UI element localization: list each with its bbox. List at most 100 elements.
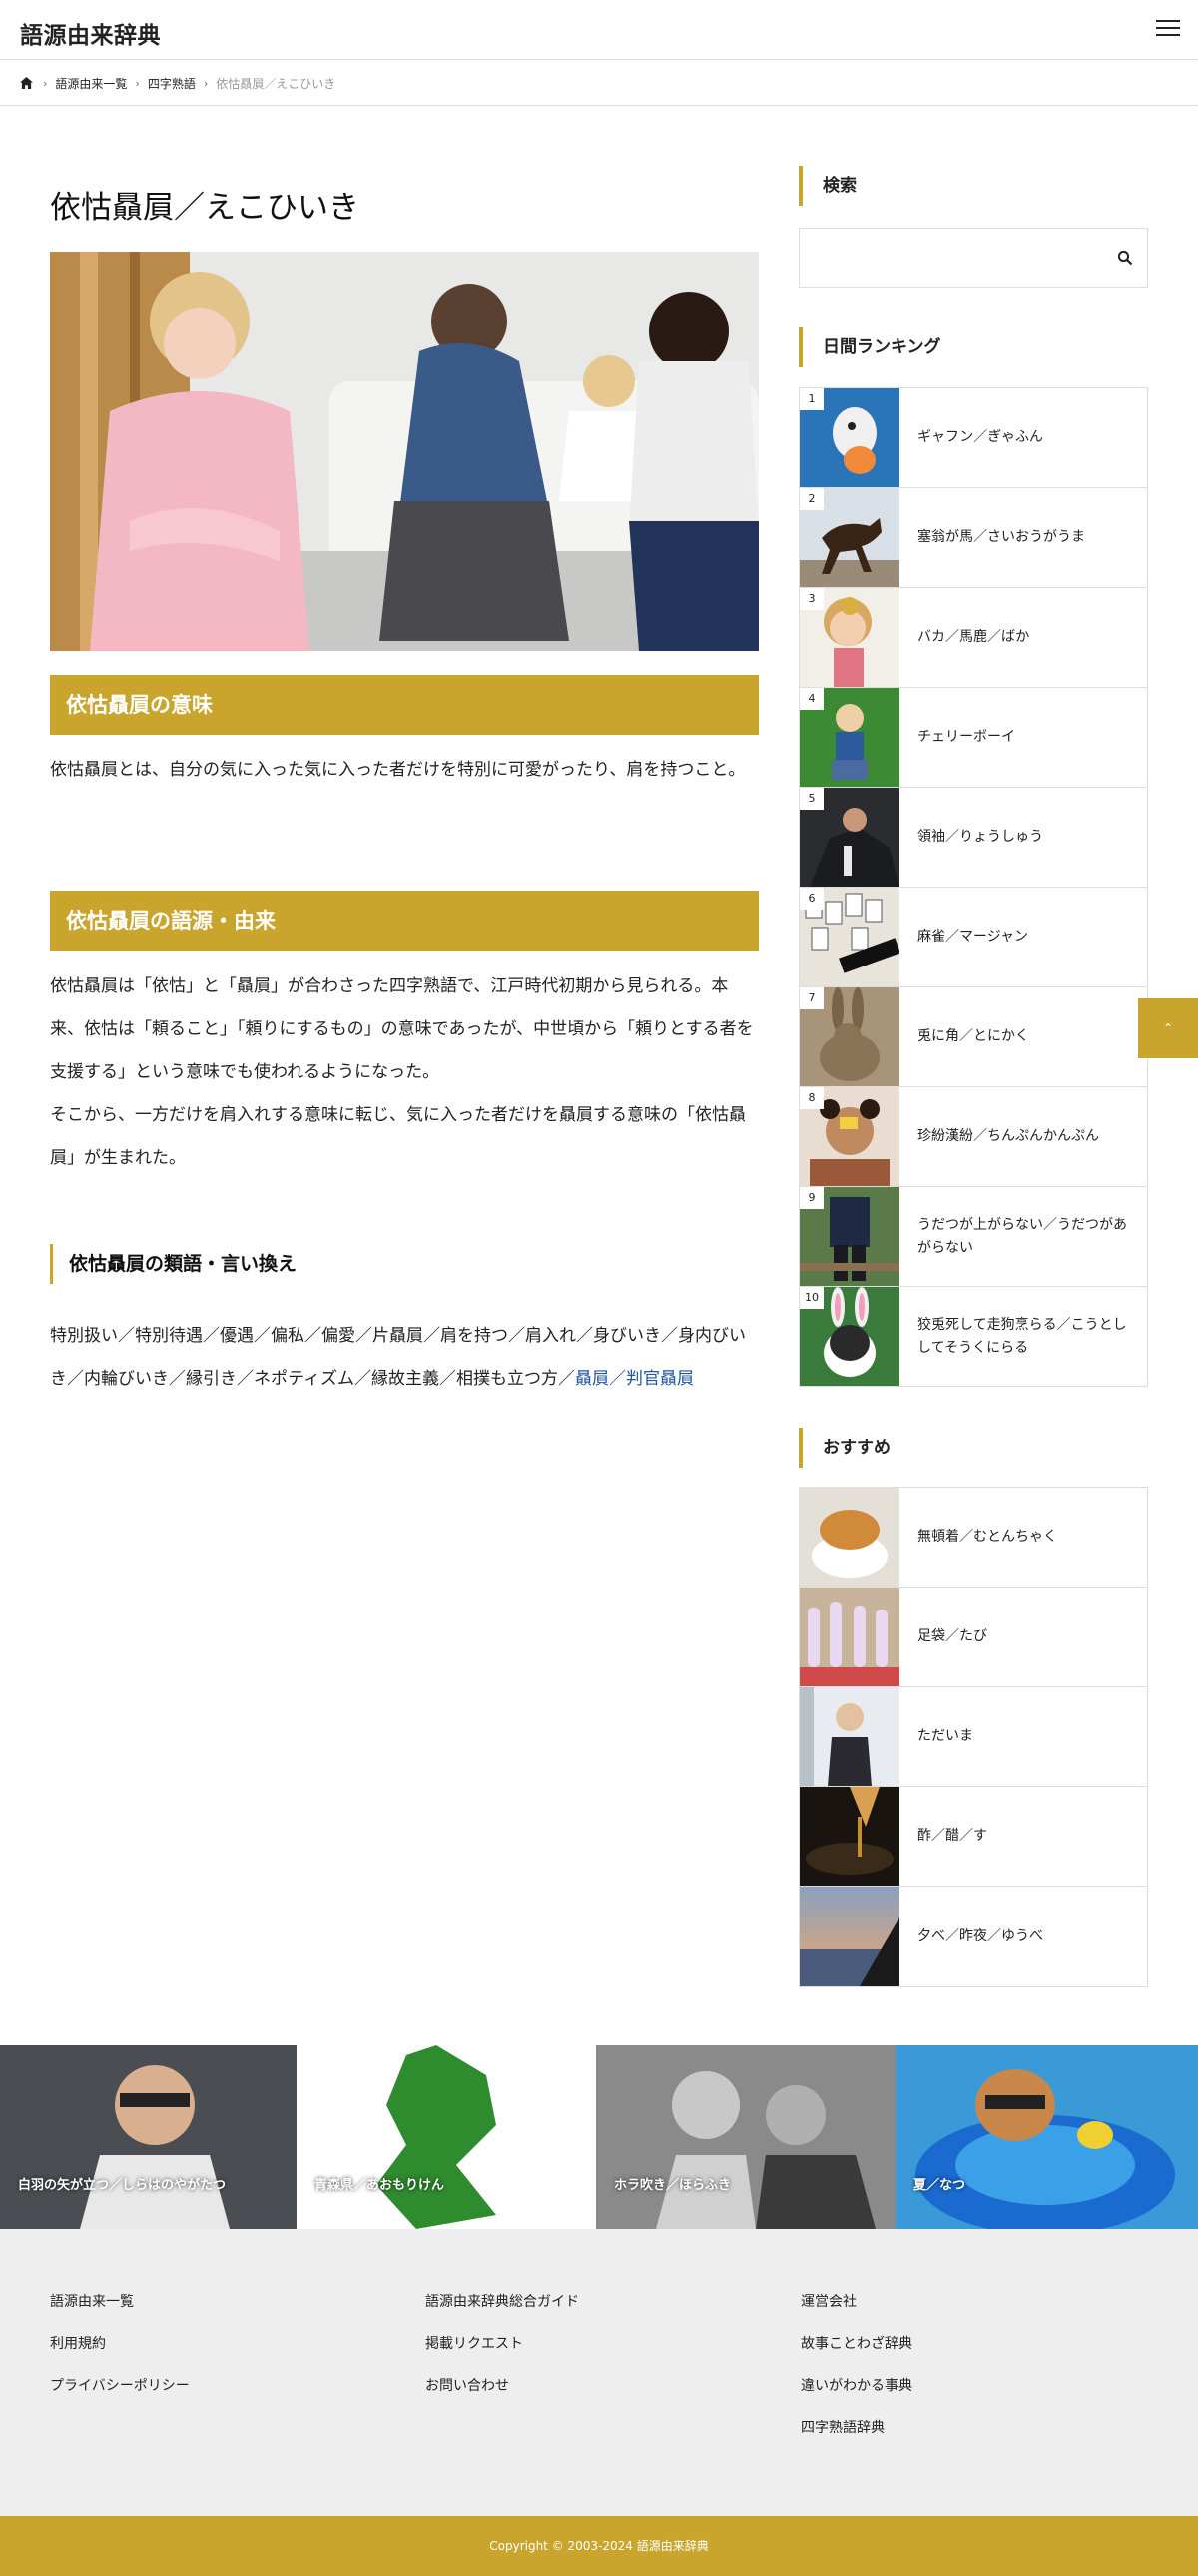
feature-strip: 白羽の矢が立つ／しらはのやがたつ 青森県／あおもりけん ホラ吹き／ほらふき 夏／…: [0, 2045, 1198, 2229]
search-input[interactable]: [800, 229, 1089, 287]
feature-label: 白羽の矢が立つ／しらはのやがたつ: [18, 2178, 227, 2193]
origin-text: そこから、一方だけを肩入れする意味に転じ、気に入った者だけを贔屓する意味の「依怙…: [50, 1105, 746, 1168]
recommend-item[interactable]: 夕べ／昨夜／ゆうべ: [799, 1887, 1148, 1987]
thumbnail: [800, 1687, 899, 1786]
ranking-heading: 日間ランキング: [799, 327, 941, 367]
footer-link[interactable]: 故事ことわざ辞典: [801, 2334, 912, 2376]
rank-number: 6: [800, 888, 824, 910]
rank-number: 2: [800, 488, 824, 510]
rank-number: 10: [800, 1287, 824, 1309]
recommend-label: 無頓着／むとんちゃく: [917, 1529, 1057, 1545]
page-title: 依怙贔屓／えこひいき: [50, 190, 359, 226]
feature-tile[interactable]: ホラ吹き／ほらふき: [596, 2045, 896, 2229]
rank-number: 8: [800, 1087, 824, 1109]
feature-tile[interactable]: 夏／なつ: [896, 2045, 1198, 2229]
origin-heading: 依怙贔屓の語源・由来: [50, 891, 759, 951]
recommend-heading: おすすめ: [799, 1428, 891, 1468]
synonyms-text: 特別扱い／特別待遇／優遇／偏私／偏愛／片贔屓／肩を持つ／肩入れ／身びいき／身内び…: [50, 1315, 759, 1401]
ranking-item[interactable]: 2 塞翁が馬／さいおうがうま: [799, 488, 1148, 588]
ranking-item[interactable]: 5 領袖／りょうしゅう: [799, 788, 1148, 888]
rank-number: 7: [800, 987, 824, 1009]
search-heading: 検索: [799, 166, 857, 206]
footer-link[interactable]: 語源由来辞典総合ガイド: [425, 2292, 579, 2334]
footer-link[interactable]: お問い合わせ: [425, 2376, 579, 2418]
chevron-up-icon: ⌃: [1162, 1021, 1174, 1035]
origin-text: 依怙贔屓は「依怙」と「贔屓」が合わさった四字熟語で、江戸時代初期から見られる。本…: [50, 976, 754, 1082]
site-footer: 語源由来一覧 利用規約 プライバシーポリシー 語源由来辞典総合ガイド 掲載リクエ…: [0, 2229, 1198, 2516]
recommend-list: 無頓着／むとんちゃく 足袋／たび ただいま 酢／醋／す 夕べ／昨夜／ゆうべ: [799, 1487, 1148, 1987]
breadcrumb-current: 依怙贔屓／えこひいき: [216, 76, 336, 91]
recommend-item[interactable]: 酢／醋／す: [799, 1787, 1148, 1887]
chevron-right-icon: ›: [135, 76, 140, 90]
page-top-button[interactable]: ⌃: [1138, 998, 1198, 1058]
rank-number: 4: [800, 688, 824, 710]
site-header: 語源由来辞典: [0, 0, 1198, 60]
chevron-right-icon: ›: [43, 76, 48, 90]
search-icon[interactable]: [1117, 250, 1133, 266]
rank-number: 3: [800, 588, 824, 610]
ranking-label: 塞翁が馬／さいおうがうま: [917, 529, 1085, 545]
thumbnail: [800, 1887, 899, 1986]
meaning-text: 依怙贔屓とは、自分の気に入った気に入った者だけを特別に可愛がったり、肩を持つこと…: [50, 760, 746, 780]
feature-label: ホラ吹き／ほらふき: [614, 2178, 732, 2193]
synonym-link[interactable]: 判官贔屓: [626, 1369, 694, 1389]
ranking-item[interactable]: 1 ギャフン／ぎゃふん: [799, 388, 1148, 488]
feature-label: 青森県／あおもりけん: [314, 2178, 445, 2193]
ranking-item[interactable]: 3 バカ／馬鹿／ばか: [799, 588, 1148, 688]
thumbnail: [800, 1488, 899, 1587]
feature-tile[interactable]: 白羽の矢が立つ／しらはのやがたつ: [0, 2045, 297, 2229]
copyright: Copyright © 2003-2024 語源由来辞典: [0, 2516, 1198, 2576]
recommend-item[interactable]: 無頓着／むとんちゃく: [799, 1488, 1148, 1588]
ranking-item[interactable]: 7 兎に角／とにかく: [799, 987, 1148, 1087]
menu-button[interactable]: [1156, 20, 1180, 40]
footer-link[interactable]: 語源由来一覧: [50, 2292, 190, 2334]
hamburger-icon-line: [1156, 27, 1180, 29]
thumbnail: [800, 1787, 899, 1886]
site-title[interactable]: 語源由来辞典: [20, 16, 161, 50]
feature-tile[interactable]: 青森県／あおもりけん: [297, 2045, 596, 2229]
footer-column: 運営会社 故事ことわざ辞典 違いがわかる事典 四字熟語辞典: [801, 2292, 912, 2460]
ranking-item[interactable]: 9 うだつが上がらない／うだつがあがらない: [799, 1187, 1148, 1287]
synonyms-heading: 依怙贔屓の類語・言い換え: [50, 1244, 759, 1284]
recommend-label: 酢／醋／す: [917, 1828, 987, 1844]
footer-link[interactable]: 四字熟語辞典: [801, 2418, 912, 2460]
footer-column: 語源由来辞典総合ガイド 掲載リクエスト お問い合わせ: [425, 2292, 579, 2418]
hamburger-icon-line: [1156, 34, 1180, 36]
ranking-label: 珍紛漢紛／ちんぷんかんぷん: [917, 1128, 1099, 1144]
chevron-right-icon: ›: [203, 76, 209, 90]
recommend-item[interactable]: ただいま: [799, 1687, 1148, 1787]
recommend-label: ただいま: [917, 1728, 973, 1744]
breadcrumb-item[interactable]: 語源由来一覧: [55, 75, 127, 92]
breadcrumb: › 語源由来一覧 › 四字熟語 › 依怙贔屓／えこひいき: [0, 61, 1198, 106]
ranking-label: 領袖／りょうしゅう: [917, 829, 1043, 845]
home-icon[interactable]: [20, 77, 33, 89]
ranking-list: 1 ギャフン／ぎゃふん 2 塞翁が馬／さいおうがうま 3 バカ／馬鹿／ばか 4 …: [799, 387, 1148, 1387]
recommend-item[interactable]: 足袋／たび: [799, 1588, 1148, 1687]
hamburger-icon: [1156, 20, 1180, 22]
ranking-label: 狡兎死して走狗烹らる／こうとししてそうくにらる: [917, 1316, 1127, 1356]
feature-label: 夏／なつ: [913, 2178, 966, 2193]
recommend-label: 足袋／たび: [917, 1628, 987, 1644]
ranking-label: 麻雀／マージャン: [917, 929, 1029, 945]
footer-link[interactable]: 違いがわかる事典: [801, 2376, 912, 2418]
ranking-item[interactable]: 10 狡兎死して走狗烹らる／こうとししてそうくにらる: [799, 1287, 1148, 1387]
search-box: [799, 228, 1148, 288]
ranking-label: バカ／馬鹿／ばか: [917, 629, 1030, 645]
ranking-item[interactable]: 4 チェリーボーイ: [799, 688, 1148, 788]
footer-link[interactable]: 利用規約: [50, 2334, 190, 2376]
ranking-item[interactable]: 8 珍紛漢紛／ちんぷんかんぷん: [799, 1087, 1148, 1187]
breadcrumb-item[interactable]: 四字熟語: [148, 75, 196, 92]
footer-column: 語源由来一覧 利用規約 プライバシーポリシー: [50, 2292, 190, 2418]
synonym-link[interactable]: 贔屓: [575, 1369, 609, 1389]
footer-link[interactable]: 掲載リクエスト: [425, 2334, 579, 2376]
rank-number: 1: [800, 388, 824, 410]
ranking-label: 兎に角／とにかく: [917, 1028, 1029, 1044]
footer-link[interactable]: 運営会社: [801, 2292, 912, 2334]
meaning-heading: 依怙贔屓の意味: [50, 675, 759, 735]
ranking-label: ギャフン／ぎゃふん: [917, 429, 1043, 445]
ranking-label: うだつが上がらない／うだつがあがらない: [917, 1216, 1127, 1256]
recommend-label: 夕べ／昨夜／ゆうべ: [917, 1928, 1043, 1944]
thumbnail: [800, 1588, 899, 1686]
ranking-item[interactable]: 6 麻雀／マージャン: [799, 888, 1148, 987]
footer-link[interactable]: プライバシーポリシー: [50, 2376, 190, 2418]
